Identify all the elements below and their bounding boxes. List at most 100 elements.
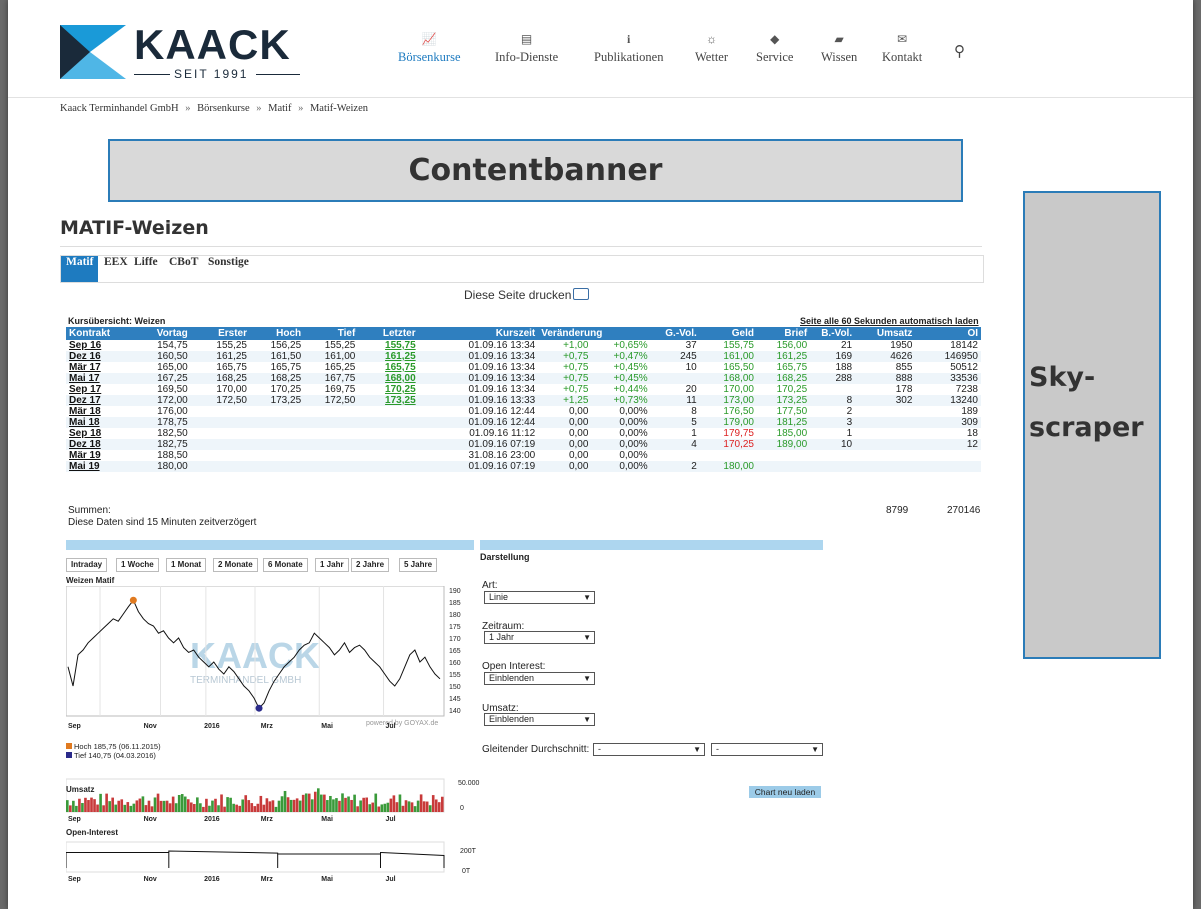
print-link[interactable]: Diese Seite drucken: [464, 288, 590, 302]
umsatz-bar: [129, 805, 133, 812]
table-cell[interactable]: 170,25: [358, 384, 418, 395]
table-cell: [190, 417, 250, 428]
legend-tief-text: Tief 140,75 (04.03.2016): [74, 751, 156, 760]
umsatz-bar: [84, 797, 87, 812]
tab-cbot[interactable]: CBoT: [164, 256, 203, 282]
table-cell: 182,75: [127, 439, 191, 450]
chart-tab-6-monate[interactable]: 6 Monate: [263, 558, 308, 572]
table-cell[interactable]: 161,25: [358, 351, 419, 362]
content-banner-ad[interactable]: Contentbanner: [108, 139, 963, 202]
contract-link[interactable]: Sep 17: [66, 384, 127, 395]
chart-tab-1-woche[interactable]: 1 Woche: [116, 558, 159, 572]
umsatz-bar: [344, 797, 347, 812]
gd-select-1[interactable]: - ▼: [593, 743, 705, 756]
chart-tab-intraday[interactable]: Intraday: [66, 558, 108, 572]
breadcrumb-item[interactable]: Matif: [268, 103, 291, 114]
skyscraper-ad[interactable]: Sky-scraper: [1023, 191, 1161, 659]
zeitraum-select[interactable]: 1 Jahr ▼: [484, 631, 595, 644]
contract-link[interactable]: Sep 16: [66, 340, 127, 351]
nav-publikationen[interactable]: i Publikationen: [594, 32, 663, 65]
umsatz-bar: [392, 795, 396, 812]
table-cell: [304, 439, 359, 450]
logo[interactable]: KAACK SEIT 1991: [60, 21, 300, 81]
chart-tab-1-monat[interactable]: 1 Monat: [166, 558, 207, 572]
contract-link[interactable]: Sep 18: [66, 428, 127, 439]
search-icon[interactable]: ⚲: [954, 42, 965, 60]
contract-link[interactable]: Dez 16: [66, 351, 128, 362]
table-cell[interactable]: [358, 450, 418, 461]
table-cell: [191, 428, 250, 439]
table-cell: +1,25: [538, 395, 592, 406]
table-cell[interactable]: 168,00: [358, 373, 419, 384]
contract-link[interactable]: Dez 18: [66, 439, 128, 450]
tab-sonstige[interactable]: Sonstige: [203, 256, 254, 282]
open-interest-select[interactable]: Einblenden ▼: [484, 672, 595, 685]
table-cell[interactable]: [358, 406, 418, 417]
umsatz-bar: [265, 798, 269, 812]
contract-link[interactable]: Mai 19: [66, 461, 128, 472]
powered-by: powered by GOYAX.de: [366, 720, 438, 727]
umsatz-bar: [226, 797, 229, 812]
table-cell[interactable]: [358, 439, 419, 450]
breadcrumb-item[interactable]: Börsenkurse: [197, 103, 250, 114]
table-cell: 168,00: [699, 373, 757, 384]
chart-tab-5-jahre[interactable]: 5 Jahre: [399, 558, 438, 572]
umsatz-bar: [395, 802, 399, 812]
contract-link[interactable]: Mär 18: [66, 406, 127, 417]
table-cell[interactable]: [358, 461, 419, 472]
contract-link[interactable]: Mai 17: [66, 373, 128, 384]
art-select[interactable]: Linie ▼: [484, 591, 595, 604]
umsatz-bar: [326, 800, 329, 812]
table-cell[interactable]: 155,75: [358, 340, 418, 351]
table-cell: [304, 461, 359, 472]
umsatz-bar: [90, 797, 93, 812]
nav-wissen[interactable]: ▰ Wissen: [821, 32, 857, 65]
umsatz-value: Einblenden: [489, 714, 535, 724]
table-cell: 4626: [855, 351, 916, 362]
nav-info-dienste[interactable]: ▤ Info-Dienste: [495, 32, 558, 65]
gd-select-2[interactable]: - ▼: [711, 743, 823, 756]
contract-link[interactable]: Mär 19: [66, 450, 127, 461]
umsatz-bar: [171, 796, 175, 812]
tab-matif[interactable]: Matif: [61, 256, 99, 282]
table-row: Sep 17 169,50 170,00 170,25 169,75 170,25 01.0…: [66, 384, 981, 395]
umsatz-select[interactable]: Einblenden ▼: [484, 713, 595, 726]
chart-tab-2-monate[interactable]: 2 Monate: [213, 558, 258, 572]
table-cell: 170,00: [216, 384, 247, 395]
table-cell[interactable]: [358, 428, 418, 439]
contract-link[interactable]: Dez 17: [66, 395, 128, 406]
table-cell: 173,00: [699, 395, 757, 406]
umsatz-bar: [177, 794, 181, 812]
breadcrumb-item[interactable]: Kaack Terminhandel GmbH: [60, 103, 179, 114]
chart-tab-2-jahre[interactable]: 2 Jahre: [351, 558, 390, 572]
x-tick-label: Mrz: [261, 876, 274, 883]
table-cell: 01.09.16 13:34: [468, 340, 536, 351]
chart-tab-1-jahr[interactable]: 1 Jahr: [315, 558, 349, 572]
table-cell: 18142: [950, 340, 978, 351]
gd-value-1: -: [598, 744, 601, 754]
nav-kontakt[interactable]: ✉ Kontakt: [882, 32, 922, 65]
umsatz-bar: [341, 793, 344, 812]
umsatz-bar: [108, 801, 111, 812]
umsatz-bar: [365, 797, 368, 812]
contract-link[interactable]: Mai 18: [66, 417, 128, 428]
table-cell[interactable]: [358, 417, 419, 428]
chart-header-bar: [66, 540, 474, 550]
tab-eex[interactable]: EEX: [99, 256, 133, 282]
tab-liffe[interactable]: Liffe: [129, 256, 163, 282]
table-cell: [855, 406, 915, 417]
logo-mark-icon: [60, 25, 126, 79]
auto-reload-link[interactable]: Seite alle 60 Sekunden automatisch laden: [800, 316, 979, 326]
reload-chart-button[interactable]: Chart neu laden: [749, 786, 821, 798]
umsatz-bar: [189, 802, 193, 812]
table-cell: 170,25: [270, 384, 302, 395]
table-cell: 172,00: [127, 395, 191, 406]
nav-service[interactable]: ◆ Service: [756, 32, 793, 65]
nav-boersenkurse[interactable]: 📈 Börsenkurse: [398, 32, 461, 65]
nav-wetter[interactable]: ☼ Wetter: [695, 32, 728, 65]
table-cell: 21: [841, 340, 853, 351]
column-header: Kontrakt: [66, 327, 128, 340]
table-cell[interactable]: 165,75: [358, 362, 418, 373]
contract-link[interactable]: Mär 17: [66, 362, 127, 373]
table-cell[interactable]: 173,25: [358, 395, 419, 406]
